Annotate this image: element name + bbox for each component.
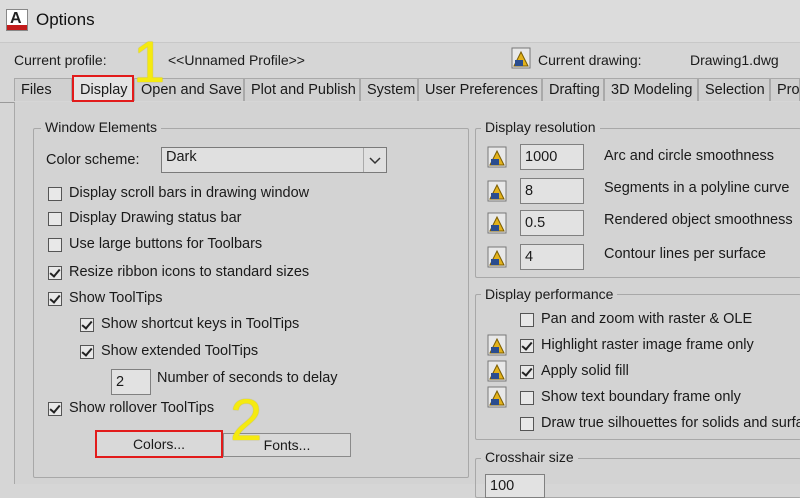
highlight-raster-label: Highlight raster image frame only — [541, 337, 754, 353]
current-profile-label: Current profile: — [14, 52, 107, 68]
drawing-saved-setting-icon — [487, 146, 507, 168]
true-silhouettes-checkbox[interactable] — [520, 417, 534, 431]
rollover-tooltips-checkbox[interactable] — [48, 402, 62, 416]
drawing-saved-setting-icon — [487, 212, 507, 234]
tab-system[interactable]: System — [360, 78, 418, 101]
tab-profiles[interactable]: Prof — [770, 78, 800, 101]
rendered-smoothness-input[interactable]: 0.5 — [520, 210, 584, 236]
rendered-smoothness-label: Rendered object smoothness — [604, 212, 793, 228]
tab-drafting[interactable]: Drafting — [542, 78, 604, 101]
drawing-saved-setting-icon — [487, 334, 507, 356]
contour-lines-input[interactable]: 4 — [520, 244, 584, 270]
shortcut-keys-checkbox[interactable] — [80, 318, 94, 332]
color-scheme-value: Dark — [166, 149, 197, 165]
pan-zoom-raster-checkbox[interactable] — [520, 313, 534, 327]
tab-display[interactable]: Display — [72, 75, 134, 102]
apply-solid-fill-label: Apply solid fill — [541, 363, 629, 379]
autocad-logo-icon: A — [6, 9, 28, 31]
delay-seconds-label: Number of seconds to delay — [157, 370, 338, 386]
contour-lines-label: Contour lines per surface — [604, 246, 766, 262]
apply-solid-fill-checkbox[interactable] — [520, 365, 534, 379]
colors-button[interactable]: Colors... — [95, 430, 223, 458]
crosshair-size-input[interactable]: 100 — [485, 474, 545, 498]
annotation-step-1: 1 — [133, 30, 166, 95]
large-buttons-checkbox[interactable] — [48, 238, 62, 252]
resize-ribbon-checkbox[interactable] — [48, 266, 62, 280]
highlight-raster-checkbox[interactable] — [520, 339, 534, 353]
window-title: Options — [36, 10, 95, 29]
window-elements-title: Window Elements — [41, 119, 162, 135]
show-tooltips-checkbox[interactable] — [48, 292, 62, 306]
current-drawing-value: Drawing1.dwg — [690, 52, 779, 68]
text-boundary-checkbox[interactable] — [520, 391, 534, 405]
color-scheme-label: Color scheme: — [46, 152, 140, 168]
rollover-tooltips-label: Show rollover ToolTips — [69, 400, 215, 416]
extended-tooltips-label: Show extended ToolTips — [101, 343, 259, 359]
show-tooltips-label: Show ToolTips — [69, 290, 163, 306]
drawing-file-icon — [511, 47, 531, 69]
text-boundary-label: Show text boundary frame only — [541, 389, 741, 405]
drawing-saved-setting-icon — [487, 180, 507, 202]
extended-tooltips-checkbox[interactable] — [80, 345, 94, 359]
status-bar-label: Display Drawing status bar — [69, 210, 242, 226]
display-tab-panel: Window Elements Color scheme: Dark Displ… — [14, 102, 800, 498]
shortcut-keys-label: Show shortcut keys in ToolTips — [101, 316, 300, 332]
color-scheme-dropdown[interactable]: Dark — [161, 147, 387, 173]
arc-smoothness-input[interactable]: 1000 — [520, 144, 584, 170]
polyline-segments-label: Segments in a polyline curve — [604, 180, 790, 196]
tab-files[interactable]: Files — [14, 78, 72, 101]
title-bar: A Options — [0, 0, 800, 43]
current-profile-value: <<Unnamed Profile>> — [168, 52, 305, 68]
polyline-segments-input[interactable]: 8 — [520, 178, 584, 204]
chevron-down-icon[interactable] — [363, 148, 386, 172]
arc-smoothness-label: Arc and circle smoothness — [604, 148, 775, 164]
large-buttons-label: Use large buttons for Toolbars — [69, 236, 263, 252]
status-bar-checkbox[interactable] — [48, 212, 62, 226]
tab-selection[interactable]: Selection — [698, 78, 770, 101]
crosshair-size-title: Crosshair size — [481, 449, 578, 465]
tab-user-preferences[interactable]: User Preferences — [418, 78, 542, 101]
resize-ribbon-label: Resize ribbon icons to standard sizes — [69, 264, 310, 280]
delay-seconds-input[interactable]: 2 — [111, 369, 151, 395]
true-silhouettes-label: Draw true silhouettes for solids and sur… — [541, 415, 800, 431]
tab-3d-modeling[interactable]: 3D Modeling — [604, 78, 698, 101]
drawing-saved-setting-icon — [487, 360, 507, 382]
scrollbars-label: Display scroll bars in drawing window — [69, 185, 310, 201]
drawing-saved-setting-icon — [487, 246, 507, 268]
pan-zoom-raster-label: Pan and zoom with raster & OLE — [541, 311, 753, 327]
drawing-saved-setting-icon — [487, 386, 507, 408]
tab-plot-and-publish[interactable]: Plot and Publish — [244, 78, 360, 101]
annotation-step-2: 2 — [230, 388, 263, 453]
display-resolution-title: Display resolution — [481, 119, 600, 135]
tab-strip: Files Display Open and Save Plot and Pub… — [0, 75, 800, 103]
display-performance-title: Display performance — [481, 286, 618, 302]
scrollbars-checkbox[interactable] — [48, 187, 62, 201]
current-drawing-label: Current drawing: — [538, 52, 642, 68]
